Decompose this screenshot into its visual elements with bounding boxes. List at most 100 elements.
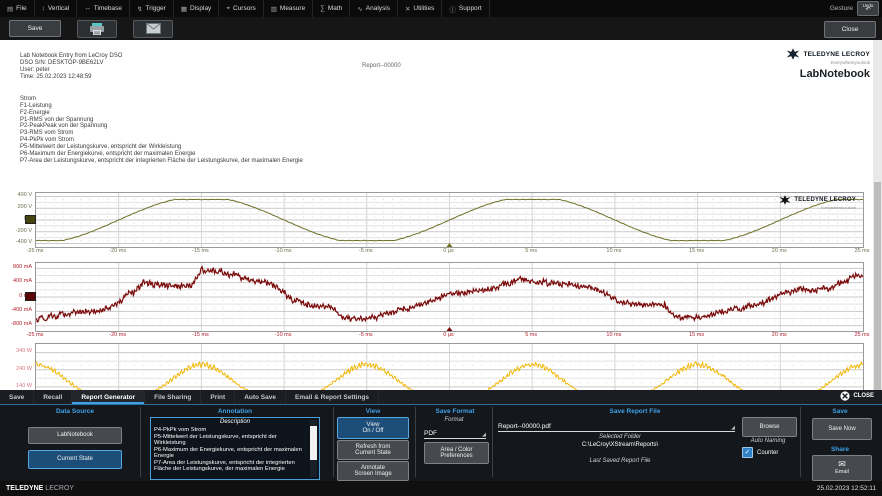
panel-close-button[interactable]: CLOSE [840,391,874,401]
report-generator-panel: SaveRecallReport GeneratorFile SharingPr… [0,390,882,481]
area-color-preferences-button[interactable]: Area / Color Preferences [424,442,489,464]
selected-folder-path: C:\LeCroy\XStream\Reports\ [500,442,740,448]
power-y-tick: 140 W [1,383,32,389]
menu-file[interactable]: ▤File [0,0,35,17]
report-scrollbar[interactable] [873,40,882,390]
report-number: Report--00000 [362,63,401,69]
current-x-tick: 20 ms [762,332,796,338]
labnotebook-title: LabNotebook [786,68,870,80]
menu-support[interactable]: ⓘSupport [442,0,489,17]
menu-trigger[interactable]: ↯Trigger [130,0,174,17]
current-x-tick: 0 µs [432,332,466,338]
trigger-icon: ↯ [137,5,142,13]
tab-save[interactable]: Save [0,390,34,404]
email-icon: ✉ [838,460,846,469]
analysis-icon: ∿ [357,5,362,13]
current-channel-marker[interactable] [25,292,36,301]
menu-math[interactable]: ∑Math [313,0,350,17]
menu-utilities[interactable]: ✕Utilities [398,0,442,17]
undo-arrow-icon: ↶ [865,8,870,13]
scrollbar-thumb[interactable] [874,182,881,390]
tab-email-report-settings[interactable]: Email & Report Settings [286,390,379,404]
report-brand: TELEDYNE LECROY Everywhereyoulook LabNot… [786,48,870,80]
annotation-scrollbar[interactable] [310,420,317,477]
statusbar-brand: TELEDYNE LECROY [6,485,74,492]
tab-recall[interactable]: Recall [34,390,72,404]
current-x-tick: -15 ms [183,332,217,338]
divider [492,407,493,477]
report-filename-input[interactable]: Report--00000.pdf ◢ [498,417,735,432]
voltage-x-tick: -15 ms [183,248,217,254]
menu-cursors[interactable]: ⌖Cursors [219,0,263,17]
save-format-title: Save Format [420,408,490,415]
teledyne-logo-icon [779,195,791,205]
tab-auto-save[interactable]: Auto Save [235,390,286,404]
save-button[interactable]: Save [9,20,61,37]
format-dropdown[interactable]: PDF ◢ [424,425,486,439]
utilities-icon: ✕ [405,5,410,13]
vertical-icon: ↕ [42,5,45,12]
menu-analysis[interactable]: ∿Analysis [350,0,398,17]
save-title: Save [805,408,875,415]
undo-button[interactable]: Undo ↶ [857,1,879,16]
tab-file-sharing[interactable]: File Sharing [145,390,201,404]
view-on-off-button[interactable]: View On / Off [337,417,409,439]
tab-print[interactable]: Print [201,390,235,404]
voltage-x-tick: 0 µs [432,248,466,254]
gesture-label: Gesture [830,5,853,12]
email-button[interactable] [133,20,173,38]
refresh-from-current-state-button[interactable]: Refresh from Current State [337,440,409,460]
print-button[interactable] [77,20,117,38]
voltage-y-tick: 400 V [1,192,32,198]
menu-vertical[interactable]: ↕Vertical [35,0,78,17]
annotate-screen-image-button[interactable]: Annotate Screen Image [337,461,409,481]
chart-watermark-logo: TELEDYNE LECROY Everywhereyoulook [779,195,856,210]
voltage-x-tick: -25 ms [18,248,52,254]
current-x-tick: -5 ms [349,332,383,338]
measure-icon: ▥ [271,5,277,13]
teledyne-logo-icon [786,48,800,60]
menu-timebase[interactable]: ↔Timebase [77,0,130,17]
voltage-y-tick: -400 V [1,239,32,245]
current-y-tick: -800 mA [1,321,32,327]
voltage-channel-marker[interactable] [25,215,36,224]
menu-display[interactable]: ▦Display [174,0,219,17]
annotation-text[interactable]: P4-PkPk vom Strom P5-Mittelwert der Leis… [154,427,306,478]
data-source-title: Data Source [20,408,130,415]
voltage-x-tick: -20 ms [101,248,135,254]
email-share-button[interactable]: ✉ Email [812,455,872,481]
checkbox-check-icon: ✓ [742,447,753,458]
file-icon: ▤ [7,5,13,13]
voltage-chart [35,192,864,248]
voltage-x-tick: 20 ms [762,248,796,254]
description-label: Description [151,419,319,425]
current-y-tick: 800 mA [1,264,32,270]
counter-checkbox[interactable]: ✓ Counter [742,447,778,458]
annotation-scrollbar-thumb[interactable] [310,426,317,460]
annotation-title: Annotation [170,408,300,415]
brand-tagline: Everywhereyoulook [786,60,870,65]
tab-report-generator[interactable]: Report Generator [72,390,145,404]
report-description: StromF1-LeistungF2-EnergieP1-RMS von der… [20,96,303,164]
save-now-button[interactable]: Save Now [812,418,872,440]
statusbar-timestamp: 25.02.2023 12:52:11 [817,485,876,492]
current-y-tick: -400 mA [1,307,32,313]
current-x-tick: -10 ms [266,332,300,338]
support-icon: ⓘ [449,4,456,14]
current-state-source-button[interactable]: Current State [28,450,122,469]
report-header: Lab Notebook Entry from LeCroy DSODSO S/… [20,53,122,81]
toolbar: Save Close [0,17,882,40]
current-x-tick: -20 ms [101,332,135,338]
close-button[interactable]: Close [824,21,876,38]
timebase-icon: ↔ [84,5,91,12]
selected-folder-label: Selected Folder [520,434,720,440]
close-circle-icon [840,391,850,401]
voltage-x-tick: 10 ms [597,248,631,254]
annotation-description-field[interactable]: Description P4-PkPk vom Strom P5-Mittelw… [150,417,320,480]
dropdown-corner-icon: ◢ [482,432,486,438]
labnotebook-source-button[interactable]: LabNotebook [28,427,122,444]
menu-measure[interactable]: ▥Measure [264,0,313,17]
voltage-y-tick: 200 V [1,204,32,210]
browse-button[interactable]: Browse [742,417,797,437]
format-label: Format [420,417,488,423]
